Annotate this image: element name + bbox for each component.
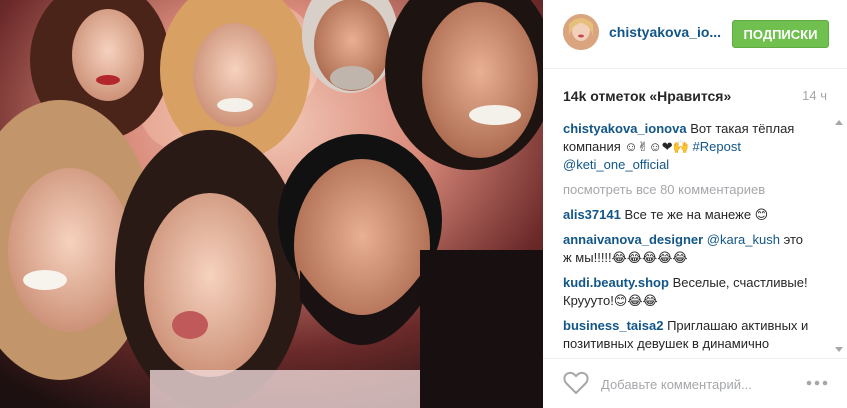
comments-list[interactable]: chistyakova_ionova Вот такая тёплая комп…: [563, 120, 809, 352]
comment-username[interactable]: kudi.beauty.shop: [563, 275, 669, 290]
post-author-username[interactable]: chistyakova_io...: [609, 24, 721, 40]
caption-mention[interactable]: @keti_one_official: [563, 157, 669, 172]
add-comment-input[interactable]: [599, 371, 799, 397]
comment-item: annaivanova_designer @kara_kush это ж мы…: [563, 231, 809, 267]
instagram-post: chistyakova_io... ПОДПИСКИ 14k отметок «…: [0, 0, 847, 408]
caption-hashtag[interactable]: #Repost: [693, 139, 741, 154]
view-all-comments-link[interactable]: посмотреть все 80 комментариев: [563, 181, 809, 199]
ellipsis-icon[interactable]: [805, 373, 829, 393]
comment-item: business_taisa2 Приглашаю активных и поз…: [563, 317, 809, 352]
post-photo[interactable]: [0, 0, 543, 408]
post-header: chistyakova_io... ПОДПИСКИ: [543, 0, 847, 69]
comment-mention[interactable]: @kara_kush: [707, 232, 780, 247]
follow-button[interactable]: ПОДПИСКИ: [732, 20, 829, 48]
comment-username[interactable]: alis37141: [563, 207, 621, 222]
post-timestamp[interactable]: 14 ч: [802, 88, 827, 103]
comment-item: kudi.beauty.shop Веселые, счастливые! Кр…: [563, 274, 809, 310]
scroll-down-arrow-icon[interactable]: [835, 347, 843, 352]
caption-username[interactable]: chistyakova_ionova: [563, 121, 687, 136]
likes-row: 14k отметок «Нравится» 14 ч: [563, 88, 827, 104]
comment-username[interactable]: annaivanova_designer: [563, 232, 703, 247]
scroll-up-arrow-icon[interactable]: [835, 120, 843, 125]
comments-scrollbar[interactable]: [835, 120, 843, 352]
heart-outline-icon[interactable]: [563, 371, 589, 395]
comment-text: Все те же на манеже 😊: [624, 207, 769, 222]
group-selfie-image: [0, 0, 543, 408]
post-sidebar: chistyakova_io... ПОДПИСКИ 14k отметок «…: [543, 0, 847, 408]
caption: chistyakova_ionova Вот такая тёплая комп…: [563, 120, 809, 174]
post-footer: [543, 358, 847, 408]
avatar-image: [563, 14, 599, 50]
comment-username[interactable]: business_taisa2: [563, 318, 663, 333]
avatar[interactable]: [563, 14, 599, 50]
comment-item: alis37141 Все те же на манеже 😊: [563, 206, 809, 224]
likes-count[interactable]: 14k отметок «Нравится»: [563, 88, 731, 104]
